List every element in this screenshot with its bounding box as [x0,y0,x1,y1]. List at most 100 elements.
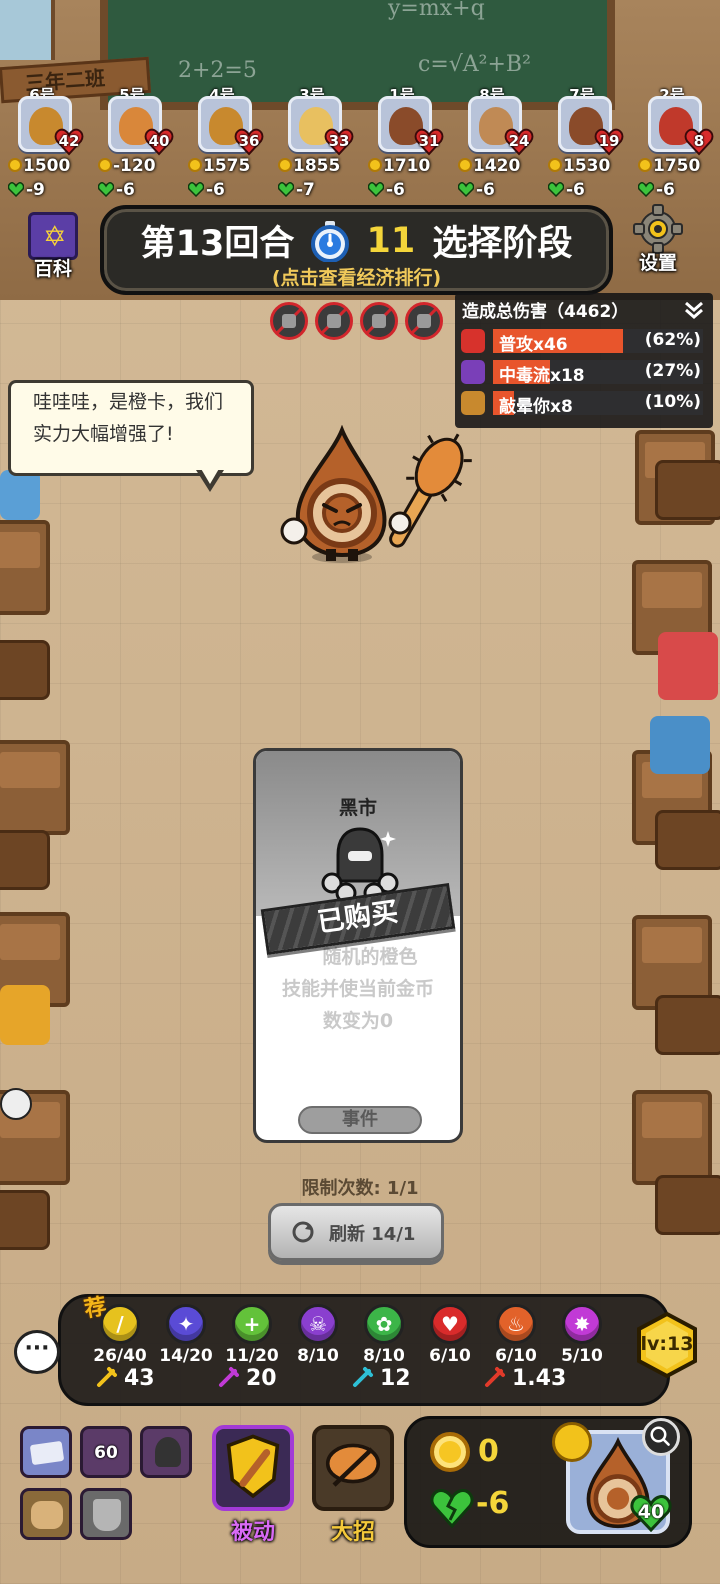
coin-icon [458,158,472,172]
player-hp: 19 [598,132,620,150]
synergy-orb[interactable]: ✸ [562,1304,602,1344]
damage-source: 普攻x46 [499,335,568,355]
chair [655,460,720,520]
merchant-icon [155,1437,181,1467]
refresh-button[interactable]: 刷新 14/1 [268,1203,444,1261]
damage-total: 造成总伤害（4462） [462,302,629,322]
ultimate-skill-button[interactable] [312,1425,394,1511]
coin-icon [278,158,292,172]
wiki-button[interactable]: ✡ 百科 [22,212,84,280]
synergy-count: 6/10 [429,1346,471,1366]
crit-icon [485,1367,505,1387]
desk [632,1090,712,1185]
item-slot-gold[interactable]: 60 [80,1426,132,1478]
player-gold: -120 [98,156,156,176]
coin-icon [638,158,652,172]
synergy-orb[interactable]: / [100,1304,140,1344]
player-card[interactable]: 3号 33 1855 -7 [278,84,358,202]
banned-skill-icon [270,302,308,340]
card-type-tag: 事件 [298,1106,422,1134]
broken-heart-icon [458,182,474,197]
synergy-orb[interactable]: ✿ [364,1304,404,1344]
card-title: 黑市 [338,797,377,819]
combat-stat: 20 [218,1366,277,1391]
chair [655,810,720,870]
armor-icon [93,1499,121,1531]
backpack-blue [0,470,40,520]
player-hp-badge: 40 [144,128,174,156]
player-card[interactable]: 8号 24 1420 -6 [458,84,538,202]
player-hearts: -6 [638,180,675,200]
synergy-orb[interactable]: ♥ [430,1304,470,1344]
player-list: 6号 42 1500 -9 5号 40 -120 -6 4号 36 1575 -6 3号 33 1855 -7… [0,84,720,202]
fist-icon [461,391,485,415]
level-label-box: lv:13 [636,1312,698,1378]
economy-ranking-link[interactable]: (点击查看经济排行) [104,263,609,290]
player-card[interactable]: 1号 31 1710 -6 [368,84,448,202]
synergy-count: 14/20 [159,1346,213,1366]
map-poster [0,0,55,60]
item-slot-merchant[interactable] [140,1426,192,1478]
burst-icon [219,1367,239,1387]
combat-stat: 43 [96,1366,155,1391]
broken-heart-icon [548,182,564,197]
shield-icon [226,1434,280,1499]
player-hearts: -6 [98,180,135,200]
player-hearts-value: -9 [26,180,45,200]
synergy-icon: ✿ [375,1312,393,1336]
player-card[interactable]: 5号 40 -120 -6 [98,84,178,202]
desk [0,740,70,835]
player-hp: 42 [58,132,80,150]
combat-stat-value: 20 [246,1366,277,1391]
search-button[interactable] [642,1418,680,1456]
chalk-formula-1: y=mx+q [388,0,485,21]
player-gold-value: 1710 [383,156,431,176]
damage-percent: (10%) [644,392,701,412]
chat-icon: ··· [24,1336,50,1361]
synergy-orb[interactable]: ✦ [166,1304,206,1344]
item-slot-ticket[interactable] [20,1426,72,1478]
player-gold: 1855 [278,156,340,176]
player-hp: 40 [148,132,170,150]
damage-row: 中毒流x18 (27%) [461,358,707,386]
player-card[interactable]: 7号 19 1530 -6 [548,84,628,202]
card-description: 随机的橙色 技能并使当前金币 数变为0 [256,941,460,1037]
ticket-icon [29,1440,65,1466]
speech-line: 实力大幅增强了! [33,423,174,445]
player-gold-value: -120 [113,156,156,176]
player-card[interactable]: 4号 36 1575 -6 [188,84,268,202]
stopwatch-icon [311,220,350,262]
chat-button[interactable]: ··· [14,1330,60,1374]
item-slot-armor[interactable] [80,1488,132,1540]
damage-panel[interactable]: 造成总伤害（4462） 普攻x46 (62%) 中毒流x18 (27%) 敲晕你x8 (1… [455,293,713,428]
synergy-orb[interactable]: + [232,1304,272,1344]
broken-heart-icon [8,182,24,197]
player-hp-badge: 42 [54,128,84,156]
synergy-orb[interactable]: ☠ [298,1304,338,1344]
damage-row: 敲晕你x8 (10%) [461,389,707,417]
player-hp-badge: 8 [684,128,714,156]
coin-icon [368,158,382,172]
player-card[interactable]: 6号 42 1500 -9 [8,84,88,202]
chevron-down-icon[interactable] [683,299,705,321]
passive-skill-button[interactable] [212,1425,294,1511]
gear-icon [633,204,683,254]
player-card[interactable]: 2号 8 1750 -6 [638,84,718,202]
synergy-count: 26/40 [93,1346,147,1366]
skull-icon [461,360,485,384]
synergy-orb[interactable]: ♨ [496,1304,536,1344]
item-slot-bread[interactable] [20,1488,72,1540]
damage-row: 普攻x46 (62%) [461,327,707,355]
synergy-icon: ☠ [309,1312,327,1336]
chair [655,995,720,1055]
backpack-red [658,632,718,700]
round-banner[interactable]: 第13回合 11 选择阶段 (点击查看经济排行) [100,205,613,295]
player-hearts-value: -6 [206,180,225,200]
player-hearts-value: -6 [386,180,405,200]
player-hp: 24 [508,132,530,150]
settings-button[interactable]: 设置 [624,204,692,276]
player-gold: 1500 [8,156,70,176]
player-gold-value: 1750 [653,156,701,176]
speech-bubble-tail [196,467,224,492]
speech-bubble: 哇哇哇，是橙卡，我们 实力大幅增强了! [8,380,254,476]
